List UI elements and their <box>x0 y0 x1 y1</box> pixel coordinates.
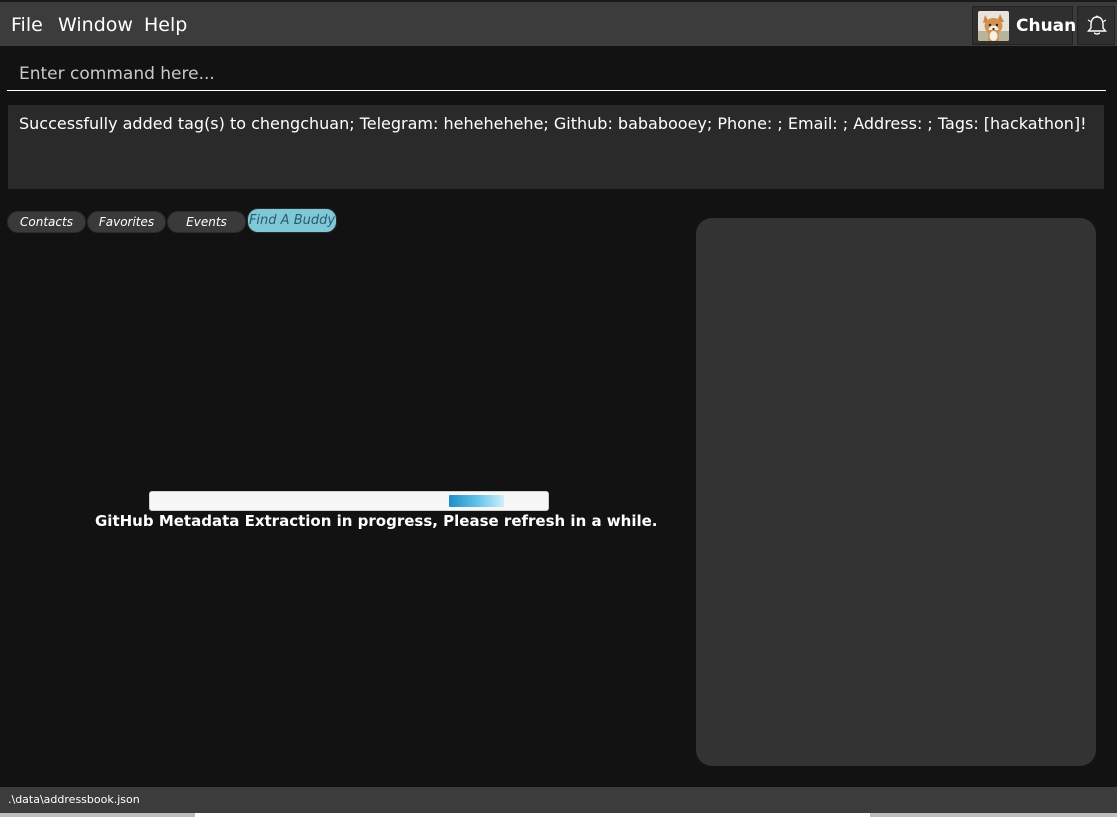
menu-bar: File Window Help Chuan <box>0 0 1117 46</box>
command-box <box>7 55 1106 91</box>
menu-window[interactable]: Window <box>58 14 133 36</box>
menu-help[interactable]: Help <box>144 14 187 36</box>
tab-favorites[interactable]: Favorites <box>87 211 166 233</box>
horizontal-scrollbar[interactable] <box>0 813 1117 817</box>
result-message: Successfully added tag(s) to chengchuan;… <box>19 114 1087 133</box>
notifications-button[interactable] <box>1077 6 1115 45</box>
scrollbar-thumb[interactable] <box>195 813 870 817</box>
progress-message: GitHub Metadata Extraction in progress, … <box>95 512 658 530</box>
tab-events[interactable]: Events <box>167 211 246 233</box>
command-input[interactable] <box>7 55 1106 90</box>
user-name: Chuan <box>1016 16 1077 36</box>
menu-file[interactable]: File <box>11 14 43 36</box>
detail-panel <box>696 218 1096 766</box>
tab-contacts[interactable]: Contacts <box>7 211 86 233</box>
dog-avatar-icon <box>978 11 1009 41</box>
bell-icon <box>1087 15 1107 35</box>
status-bar: .\data\addressbook.json <box>0 787 1117 813</box>
user-profile-button[interactable]: Chuan <box>972 6 1077 45</box>
progress-bar <box>149 491 549 511</box>
tab-find-a-buddy[interactable]: Find A Buddy <box>247 208 337 233</box>
progress-bar-fill <box>448 495 505 507</box>
data-file-path: .\data\addressbook.json <box>8 793 140 806</box>
result-display: Successfully added tag(s) to chengchuan;… <box>8 105 1104 189</box>
